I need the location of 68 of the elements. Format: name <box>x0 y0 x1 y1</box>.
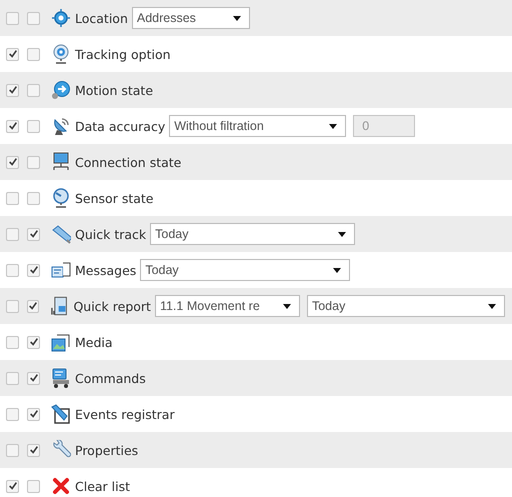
report-icon <box>50 296 70 316</box>
row-label[interactable]: Quick report <box>73 298 151 314</box>
checkbox[interactable] <box>6 192 19 204</box>
truck-icon <box>51 368 71 388</box>
satellite-dish-icon <box>51 116 71 136</box>
row-label[interactable]: Media <box>75 334 113 350</box>
notepad-icon <box>51 404 71 424</box>
checkbox[interactable] <box>6 120 19 132</box>
checkbox[interactable] <box>6 408 19 420</box>
caret-icon <box>338 232 346 236</box>
row-label[interactable]: Quick track <box>75 226 146 242</box>
checkbox[interactable] <box>26 300 40 312</box>
monitor-icon <box>51 152 71 172</box>
caret-icon <box>488 304 496 308</box>
dropdown[interactable]: Without filtration <box>169 115 346 137</box>
dropdown[interactable]: Today <box>306 295 505 317</box>
row-label[interactable]: Location <box>75 10 128 26</box>
checkbox[interactable] <box>6 84 19 96</box>
dropdown[interactable]: Today <box>140 259 350 281</box>
checkbox[interactable] <box>6 48 19 60</box>
checkbox[interactable] <box>6 228 19 240</box>
row-label[interactable]: Sensor state <box>75 190 154 206</box>
row-label[interactable]: Properties <box>75 442 138 458</box>
row-label[interactable]: Connection state <box>75 154 182 170</box>
checkbox[interactable] <box>6 264 19 276</box>
row-label[interactable]: Data accuracy <box>75 118 166 134</box>
caret-icon <box>333 268 342 272</box>
document-icon <box>51 260 71 280</box>
checkbox[interactable] <box>27 264 40 276</box>
row-label[interactable]: Messages <box>75 262 136 278</box>
row-label[interactable]: Events registrar <box>75 406 175 422</box>
checkbox[interactable] <box>27 408 40 420</box>
checkbox[interactable] <box>6 156 19 168</box>
checkbox[interactable] <box>6 480 19 492</box>
checkbox[interactable] <box>27 444 40 456</box>
row-label[interactable]: Tracking option <box>75 46 171 62</box>
close-icon <box>51 476 71 496</box>
row-label[interactable]: Clear list <box>75 478 130 494</box>
webcam-icon <box>51 44 71 64</box>
dropdown[interactable]: Today <box>150 223 356 245</box>
checkbox[interactable] <box>6 336 19 348</box>
checkbox[interactable] <box>27 228 40 240</box>
checkbox[interactable] <box>27 120 40 132</box>
location-pin-icon <box>51 8 71 28</box>
checkbox[interactable] <box>6 372 19 384</box>
checkbox[interactable] <box>27 480 40 492</box>
checkbox[interactable] <box>6 12 19 24</box>
checkbox[interactable] <box>27 192 40 204</box>
checkbox[interactable] <box>27 84 40 96</box>
caret-icon <box>232 16 241 20</box>
arrow-circle-icon <box>51 80 71 100</box>
checkbox[interactable] <box>27 48 40 60</box>
wrench-icon <box>51 440 71 460</box>
checkbox[interactable] <box>6 300 19 312</box>
checkbox[interactable] <box>27 336 40 348</box>
gauge-icon <box>51 188 71 208</box>
dropdown[interactable]: 11.1 Movement re <box>154 295 300 317</box>
checkbox[interactable] <box>6 444 19 456</box>
dropdown[interactable]: Addresses <box>132 7 250 29</box>
checkbox[interactable] <box>27 372 40 384</box>
caret-icon <box>282 304 291 308</box>
caret-icon <box>329 124 338 128</box>
checkbox[interactable] <box>27 156 40 168</box>
row-label[interactable]: Commands <box>75 370 146 386</box>
checkbox[interactable] <box>27 12 40 24</box>
pencil-icon <box>51 224 71 244</box>
row-label[interactable]: Motion state <box>75 82 154 98</box>
folder-icon <box>51 332 71 352</box>
